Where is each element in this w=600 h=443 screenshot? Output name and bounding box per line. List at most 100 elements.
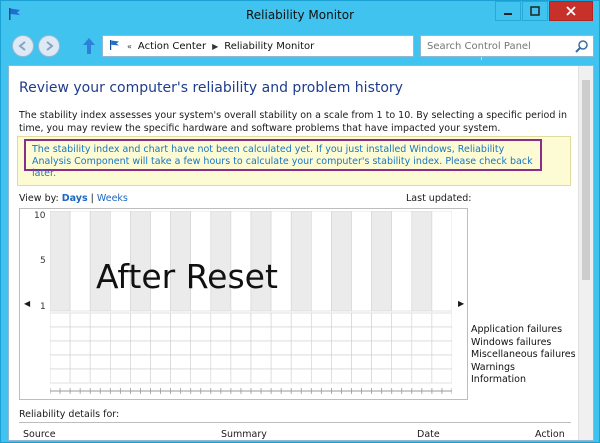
chart-event-cell[interactable] xyxy=(89,340,111,356)
chart-event-cell[interactable] xyxy=(250,340,272,356)
chart-event-cell[interactable] xyxy=(270,340,292,356)
chart-event-cell[interactable] xyxy=(230,312,252,328)
chart-day-column[interactable] xyxy=(69,210,91,312)
maximize-button[interactable] xyxy=(522,1,548,21)
chart-event-cell[interactable] xyxy=(290,368,312,384)
chart-event-cell[interactable] xyxy=(150,368,171,384)
search-input[interactable] xyxy=(421,36,571,56)
chart-event-cell[interactable] xyxy=(130,340,151,356)
chart-event-cell[interactable] xyxy=(210,354,232,370)
chart-event-cell[interactable] xyxy=(49,340,71,356)
chart-event-cell[interactable] xyxy=(210,326,232,342)
chart-event-cell[interactable] xyxy=(351,368,372,384)
chart-event-cell[interactable] xyxy=(431,312,453,328)
chart-event-cell[interactable] xyxy=(130,312,151,328)
chart-day-column[interactable] xyxy=(49,210,71,312)
chart-event-cell[interactable] xyxy=(431,368,453,384)
chart-event-cell[interactable] xyxy=(310,368,332,384)
chart-event-cell[interactable] xyxy=(250,368,272,384)
breadcrumb-action-center[interactable]: Action Center xyxy=(138,41,206,52)
chart-event-cell[interactable] xyxy=(130,368,151,384)
chart-event-cell[interactable] xyxy=(210,340,232,356)
chart-event-cell[interactable] xyxy=(89,368,111,384)
chart-event-cell[interactable] xyxy=(49,354,71,370)
chart-event-cell[interactable] xyxy=(250,326,272,342)
close-button[interactable] xyxy=(549,1,593,21)
stability-chart[interactable]: 10 5 1 ◀ ▶ After Reset xyxy=(19,208,468,400)
chart-event-cell[interactable] xyxy=(69,368,91,384)
chart-event-cell[interactable] xyxy=(331,368,352,384)
chart-event-cell[interactable] xyxy=(331,340,352,356)
column-action[interactable]: Action xyxy=(535,429,565,440)
chart-event-cell[interactable] xyxy=(290,326,312,342)
chart-event-cell[interactable] xyxy=(431,354,453,370)
chart-event-cell[interactable] xyxy=(351,312,372,328)
view-weeks-link[interactable]: Weeks xyxy=(97,193,128,204)
chart-event-cell[interactable] xyxy=(150,312,171,328)
chart-event-cell[interactable] xyxy=(371,326,393,342)
address-bar[interactable]: « Action Center ▶ Reliability Monitor xyxy=(102,35,501,60)
chart-event-cell[interactable] xyxy=(331,354,352,370)
chart-right-arrow-icon[interactable]: ▶ xyxy=(458,299,464,308)
column-date[interactable]: Date xyxy=(417,429,440,440)
search-icon[interactable] xyxy=(575,39,589,56)
chart-event-cell[interactable] xyxy=(391,368,413,384)
chart-event-cell[interactable] xyxy=(89,312,111,328)
chart-event-cell[interactable] xyxy=(391,340,413,356)
chart-day-column[interactable] xyxy=(431,210,453,312)
chart-event-cell[interactable] xyxy=(170,368,191,384)
chart-event-cell[interactable] xyxy=(170,354,191,370)
chart-event-cell[interactable] xyxy=(49,326,71,342)
chart-event-cell[interactable] xyxy=(49,312,71,328)
chart-event-cell[interactable] xyxy=(310,312,332,328)
chart-event-cell[interactable] xyxy=(230,354,252,370)
chart-event-cell[interactable] xyxy=(170,312,191,328)
chart-event-cell[interactable] xyxy=(351,340,372,356)
chart-event-cell[interactable] xyxy=(310,354,332,370)
chart-event-cell[interactable] xyxy=(411,340,433,356)
column-source[interactable]: Source xyxy=(23,429,56,440)
chart-event-cell[interactable] xyxy=(190,340,212,356)
chart-event-cell[interactable] xyxy=(250,354,272,370)
chart-event-cell[interactable] xyxy=(69,354,91,370)
chart-event-cell[interactable] xyxy=(270,368,292,384)
chart-event-cell[interactable] xyxy=(411,368,433,384)
chart-day-column[interactable] xyxy=(290,210,312,312)
chart-event-cell[interactable] xyxy=(69,340,91,356)
chart-event-cell[interactable] xyxy=(411,326,433,342)
chart-event-cell[interactable] xyxy=(351,326,372,342)
breadcrumb-chevron-icon[interactable]: ▶ xyxy=(212,42,218,51)
back-button[interactable] xyxy=(12,35,34,57)
forward-button[interactable] xyxy=(38,35,60,57)
chart-day-column[interactable] xyxy=(371,210,393,312)
chart-event-cell[interactable] xyxy=(391,312,413,328)
chart-event-cell[interactable] xyxy=(431,340,453,356)
chart-event-cell[interactable] xyxy=(150,340,171,356)
scrollbar-thumb[interactable] xyxy=(582,80,590,280)
chart-event-cell[interactable] xyxy=(150,354,171,370)
chart-event-cell[interactable] xyxy=(371,340,393,356)
search-box[interactable] xyxy=(420,35,594,57)
chart-event-cell[interactable] xyxy=(391,354,413,370)
chart-event-cell[interactable] xyxy=(371,354,393,370)
chart-event-cell[interactable] xyxy=(270,326,292,342)
vertical-scrollbar[interactable] xyxy=(578,66,593,440)
chart-event-cell[interactable] xyxy=(190,312,212,328)
chart-event-cell[interactable] xyxy=(290,354,312,370)
chart-event-cell[interactable] xyxy=(351,354,372,370)
chart-event-cell[interactable] xyxy=(411,312,433,328)
chart-event-cell[interactable] xyxy=(130,354,151,370)
chart-day-column[interactable] xyxy=(391,210,413,312)
chart-left-arrow-icon[interactable]: ◀ xyxy=(24,299,30,308)
chart-event-cell[interactable] xyxy=(331,312,352,328)
minimize-button[interactable] xyxy=(495,1,521,21)
chart-event-cell[interactable] xyxy=(130,326,151,342)
chart-event-cell[interactable] xyxy=(371,368,393,384)
chart-event-cell[interactable] xyxy=(230,368,252,384)
chart-event-cell[interactable] xyxy=(371,312,393,328)
chart-event-cell[interactable] xyxy=(69,326,91,342)
chart-day-column[interactable] xyxy=(310,210,332,312)
column-summary[interactable]: Summary xyxy=(221,429,267,440)
chart-event-cell[interactable] xyxy=(230,326,252,342)
chart-day-column[interactable] xyxy=(331,210,352,312)
